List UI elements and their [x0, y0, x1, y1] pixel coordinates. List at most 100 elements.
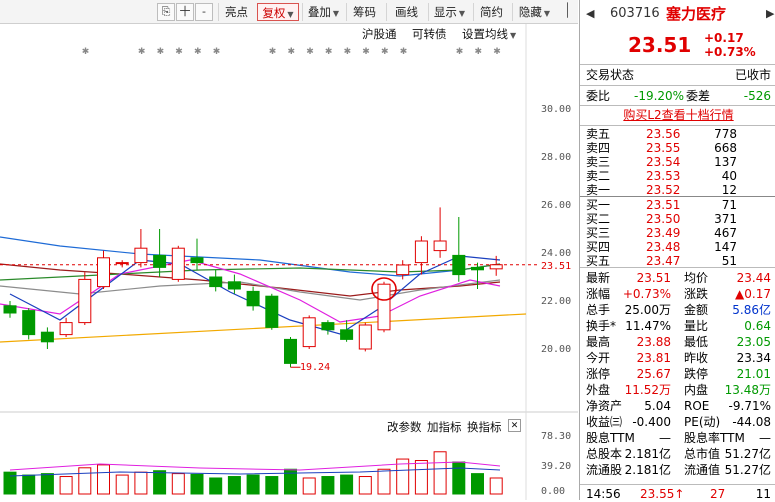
- volume-bar: [471, 473, 484, 495]
- weibi-value: -19.20%: [634, 89, 685, 103]
- chip-button[interactable]: 筹码: [346, 3, 382, 21]
- stat-label: ROE: [684, 399, 710, 413]
- bid-price: 23.49: [646, 226, 681, 240]
- candle-body: [59, 322, 73, 336]
- stat-label: PE(动): [684, 415, 721, 429]
- stat-value: 5.04: [644, 399, 671, 413]
- bid-price: 23.50: [646, 212, 681, 226]
- candle-body: [190, 257, 204, 264]
- simple-button[interactable]: 简约: [473, 3, 509, 21]
- chevron-down-icon: ▼: [332, 9, 340, 18]
- ask-level-3: 卖三 23.54 137: [586, 155, 771, 169]
- kline-chart[interactable]: ✱ ✱ ✱ ✱ ✱ ✱ ✱ ✱ ✱ ✱ ✱ ✱ ✱ ✱ ✱ ✱ ✱ 沪股通 可转债 设置均线 ▼ 30.00 28…: [0, 24, 578, 500]
- stat-label: 最新: [586, 271, 611, 285]
- ask-price: 23.55: [646, 141, 681, 155]
- candle-body: [414, 240, 428, 264]
- event-star: ✱: [175, 47, 183, 57]
- draw-line-button[interactable]: 画线: [386, 3, 426, 21]
- stat-label: 今开: [586, 351, 611, 365]
- status-value: 已收市: [734, 68, 771, 82]
- candle-body: [40, 331, 54, 343]
- stats-row: 涨幅 +0.73% 涨跌 ▲0.17: [586, 286, 771, 302]
- convertible-bond-link[interactable]: 可转债: [412, 26, 447, 42]
- switch-indicator-link[interactable]: 换指标: [467, 419, 502, 435]
- event-star: ✱: [362, 47, 370, 57]
- hide-button[interactable]: 隐藏 ▼: [512, 3, 556, 21]
- candle-body: [340, 329, 354, 340]
- expand-icon[interactable]: ⎘: [157, 3, 175, 21]
- candle-body: [209, 276, 223, 288]
- stat-label: 涨幅: [586, 287, 611, 301]
- stats-row: 净资产 5.04 ROE -9.71%: [586, 398, 771, 414]
- event-star: ✱: [82, 47, 90, 57]
- stat-label: 总手: [586, 303, 611, 317]
- last-price: 23.51: [628, 33, 692, 57]
- display-button[interactable]: 显示 ▼: [428, 3, 470, 21]
- edit-params-link[interactable]: 改参数: [387, 419, 422, 435]
- add-indicator-link[interactable]: 加指标: [427, 419, 462, 435]
- stat-label: 涨跌: [684, 287, 709, 301]
- candle-body: [22, 310, 36, 336]
- ask-label: 卖一: [586, 183, 611, 197]
- candle-body: [97, 257, 110, 288]
- volume-bar: [265, 476, 279, 495]
- volume-bar: [489, 477, 503, 495]
- bid-level-1: 买一 23.51 71: [586, 198, 771, 212]
- candle-body: [227, 281, 241, 290]
- stock-header: ◀ 603716 塞力医疗 ▶: [586, 5, 774, 24]
- stat-label: 涨停: [586, 367, 611, 381]
- volume-bar: [227, 476, 241, 495]
- stat-value: 2.181亿: [624, 463, 671, 477]
- stat-value: —: [659, 431, 671, 445]
- candle-body: [171, 247, 185, 280]
- status-label: 交易状态: [586, 68, 635, 82]
- overlay-button[interactable]: 叠加 ▼: [302, 3, 344, 21]
- zoom-in-button[interactable]: 十: [176, 3, 194, 21]
- volume-bar: [40, 473, 54, 495]
- stat-label: 股息率TTM: [684, 431, 745, 445]
- hk-connect-link[interactable]: 沪股通: [362, 26, 397, 42]
- event-star: ✱: [493, 47, 501, 57]
- stat-label: 流通股: [586, 463, 623, 477]
- stat-label: 昨收: [684, 351, 709, 365]
- stock-code: 603716: [610, 6, 660, 21]
- candle-body: [377, 283, 391, 331]
- stock-name: 塞力医疗: [666, 5, 727, 23]
- stats-row: 收益㈢ -0.400 PE(动) -44.08: [586, 414, 771, 430]
- bid-volume: 371: [714, 212, 737, 226]
- bid-volume: 51: [721, 254, 737, 268]
- stat-value: 23.34: [736, 351, 771, 365]
- stat-value: 25.00万: [624, 303, 671, 317]
- ask-label: 卖二: [586, 169, 611, 183]
- candle-body: [3, 305, 17, 314]
- ask-level-1: 卖五 23.56 778: [586, 127, 771, 141]
- stats-row: 最高 23.88 最低 23.05: [586, 334, 771, 350]
- collapse-panel-icon[interactable]: ⏐: [559, 3, 576, 21]
- price-tick: 28.00: [541, 152, 572, 163]
- ask-price: 23.52: [646, 183, 681, 197]
- adjust-button[interactable]: 复权 ▼: [257, 3, 299, 21]
- l2-purchase-link[interactable]: 购买L2查看十档行情: [586, 107, 771, 123]
- prev-stock-icon[interactable]: ◀: [586, 6, 594, 22]
- candle-body: [134, 247, 148, 264]
- ask-label: 卖三: [586, 155, 611, 169]
- ma-settings-link[interactable]: 设置均线 ▼: [462, 26, 516, 42]
- price-change-pct: +0.73%: [704, 45, 756, 59]
- volume-tick: 78.30: [541, 431, 572, 442]
- ask-label: 卖五: [586, 127, 611, 141]
- status-row: 交易状态 已收市: [586, 67, 771, 83]
- ask-price: 23.54: [646, 155, 681, 169]
- ask-level-4: 卖二 23.53 40: [586, 169, 771, 183]
- volume-bar: [340, 474, 354, 495]
- candle-body: [321, 322, 335, 331]
- candle-body: [396, 264, 410, 276]
- price-header: 23.51 +0.17 +0.73%: [586, 31, 771, 59]
- zoom-out-button[interactable]: -: [195, 3, 213, 21]
- stat-value: -0.400: [632, 415, 671, 429]
- highlights-button[interactable]: 亮点: [218, 3, 254, 21]
- volume-bar: [321, 476, 335, 495]
- next-stock-icon[interactable]: ▶: [766, 6, 774, 22]
- close-indicator-button[interactable]: ✕: [508, 419, 521, 432]
- stat-value: 13.48万: [724, 383, 771, 397]
- bid-label: 买四: [586, 240, 611, 254]
